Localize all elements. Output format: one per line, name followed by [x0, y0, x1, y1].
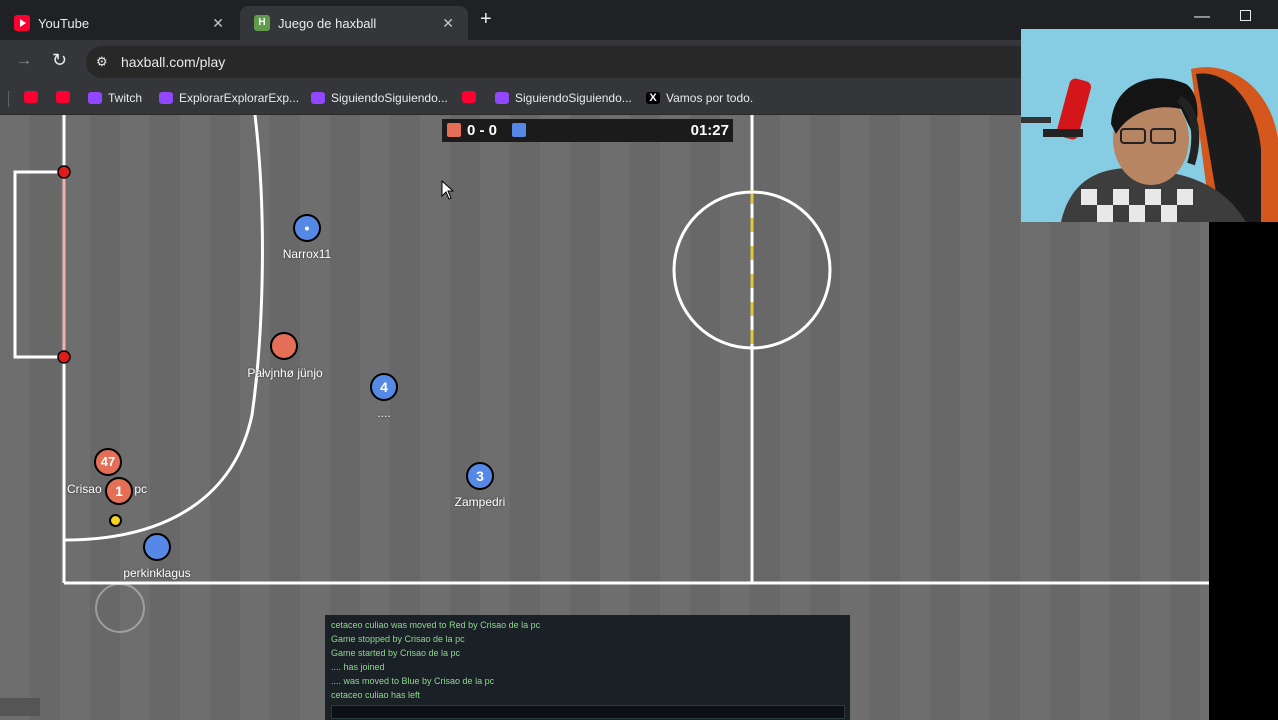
bookmark-x[interactable]: X Vamos por todo.: [646, 91, 753, 105]
bookmark-youtube-1[interactable]: [24, 91, 44, 103]
bookmark-label: ExplorarExplorarExp...: [179, 91, 300, 105]
close-tab-icon[interactable]: ✕: [212, 15, 224, 32]
player-name: ....: [377, 406, 391, 420]
url-text[interactable]: haxball.com/play: [121, 54, 225, 70]
tab-youtube[interactable]: YouTube ✕: [0, 6, 238, 40]
bookmark-label: SiguiendoSiguiendo...: [331, 91, 448, 105]
player-avatar: 47: [94, 448, 122, 476]
chat-input[interactable]: [331, 705, 845, 719]
score: 0 - 0: [467, 122, 498, 139]
goal-post: [57, 350, 71, 364]
chat-message: Game stopped by Crisao de la pc: [331, 634, 465, 644]
forward-icon[interactable]: →: [16, 52, 32, 70]
player-name: perkinklagus: [123, 566, 191, 580]
tab-label: Juego de haxball: [278, 15, 377, 31]
chat-message: Game started by Crisao de la pc: [331, 648, 461, 658]
youtube-icon: [24, 91, 38, 103]
webcam-overlay: [1021, 29, 1278, 222]
player-name: Zampedri: [454, 495, 506, 509]
player-avatar: 1: [105, 477, 133, 505]
bookmark-twitch[interactable]: Twitch: [88, 91, 142, 105]
twitch-icon: [495, 92, 509, 104]
twitch-icon: [159, 92, 173, 104]
player-avatar: 3: [466, 462, 494, 490]
ball: [109, 514, 122, 527]
tab-haxball[interactable]: H Juego de haxball ✕: [240, 6, 468, 40]
goal-post: [57, 165, 71, 179]
bookmark-label: Twitch: [108, 91, 143, 105]
youtube-icon: [56, 91, 70, 103]
bookmark-siguiendo-2[interactable]: SiguiendoSiguiendo...: [495, 91, 632, 105]
black-bar: [1209, 222, 1278, 720]
player-avatar: •: [293, 214, 321, 242]
bookmark-label: Vamos por todo.: [666, 91, 754, 105]
youtube-icon: [14, 15, 30, 31]
player-name: Narrox11: [282, 247, 332, 261]
red-team-indicator: [447, 123, 461, 137]
youtube-icon: [462, 91, 476, 103]
mouse-cursor-icon: [441, 180, 455, 200]
bookmark-youtube-3[interactable]: [462, 91, 482, 103]
twitch-icon: [88, 92, 102, 104]
new-tab-button[interactable]: +: [480, 8, 492, 31]
twitch-icon: [311, 92, 325, 104]
chat-panel: cetaceo culiao was moved to Red by Crisa…: [325, 615, 850, 720]
bottom-left-panel: [0, 698, 40, 716]
bookmarks-divider: [8, 91, 9, 107]
chat-message: .... has joined: [331, 662, 385, 672]
restore-icon[interactable]: [1240, 10, 1251, 21]
player-name: Pałvjnhø jünjo: [247, 366, 323, 380]
chat-message: .... was moved to Blue by Crisao de la p…: [331, 676, 495, 686]
bookmark-siguiendo-1[interactable]: SiguiendoSiguiendo...: [311, 91, 448, 105]
player-avatar: 4: [370, 373, 398, 401]
chat-log: cetaceo culiao was moved to Red by Crisa…: [331, 618, 540, 702]
bookmark-explorar[interactable]: ExplorarExplorarExp...: [159, 91, 299, 105]
close-tab-icon[interactable]: ✕: [442, 15, 454, 32]
blue-team-indicator: [512, 123, 526, 137]
site-settings-icon[interactable]: ⚙: [96, 54, 108, 70]
minimize-icon[interactable]: —: [1194, 8, 1210, 26]
haxball-icon: H: [254, 15, 270, 31]
player-avatar: [143, 533, 171, 561]
scoreboard: 0 - 0 01:27: [442, 119, 733, 142]
chat-message: cetaceo culiao was moved to Red by Crisa…: [331, 620, 541, 630]
x-icon: X: [646, 92, 660, 104]
reload-icon[interactable]: ↻: [52, 50, 67, 71]
bookmark-youtube-2[interactable]: [56, 91, 76, 103]
streamer-webcam-image: [1021, 29, 1278, 222]
player-avatar: [270, 332, 298, 360]
match-timer: 01:27: [690, 122, 729, 139]
tab-label: YouTube: [38, 15, 90, 31]
chat-message: cetaceo culiao has left: [331, 690, 421, 700]
bookmark-label: SiguiendoSiguiendo...: [515, 91, 632, 105]
kick-indicator: [95, 583, 145, 633]
